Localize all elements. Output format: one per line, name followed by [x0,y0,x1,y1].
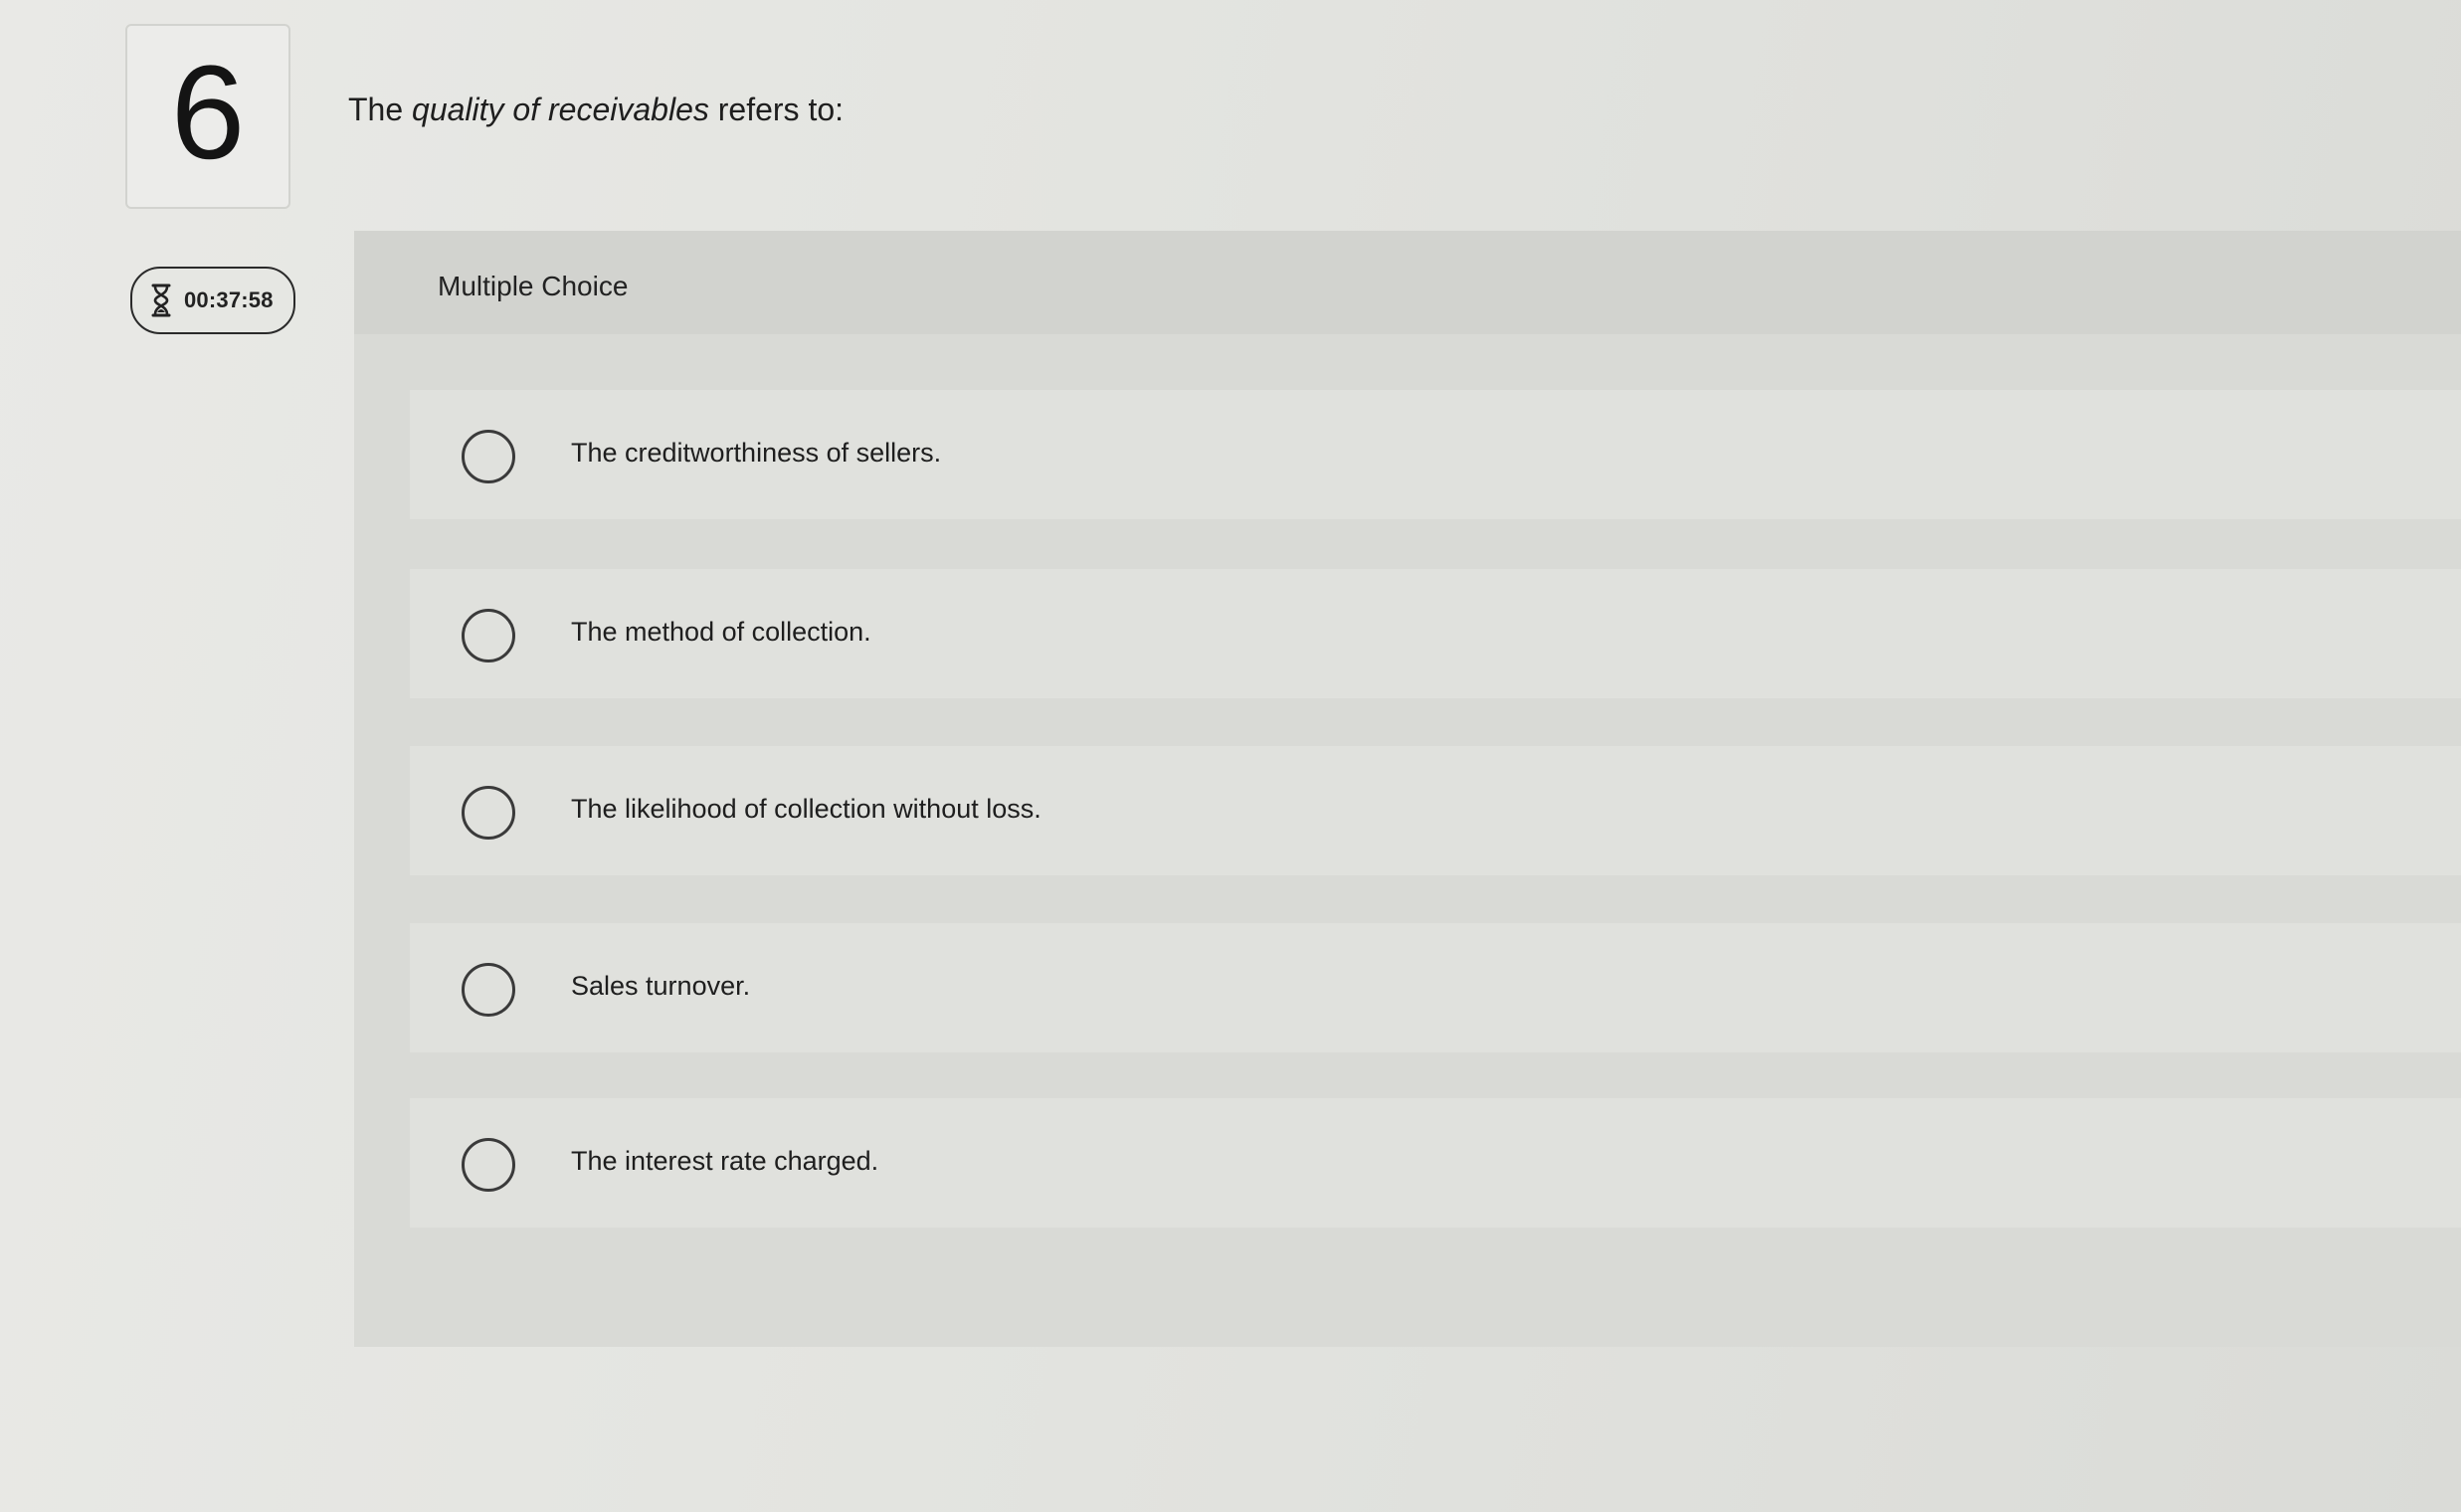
radio-button[interactable] [462,609,515,662]
multiple-choice-panel: Multiple Choice The creditworthiness of … [354,231,2461,1347]
answer-option-label: The likelihood of collection without los… [571,794,1041,824]
radio-button[interactable] [462,786,515,840]
question-text-after: refers to: [708,92,845,127]
answer-option-label: The creditworthiness of sellers. [571,438,942,468]
answer-option-1[interactable]: The creditworthiness of sellers. [410,390,2461,519]
multiple-choice-header: Multiple Choice [354,231,2461,334]
multiple-choice-label: Multiple Choice [438,271,629,301]
hourglass-icon [150,284,172,317]
answer-option-3[interactable]: The likelihood of collection without los… [410,746,2461,875]
question-prompt: The quality of receivables refers to: [348,92,844,128]
question-text-before: The [348,92,413,127]
radio-button[interactable] [462,1138,515,1192]
answer-option-4[interactable]: Sales turnover. [410,923,2461,1052]
question-number-box: 6 [125,24,290,209]
answer-option-5[interactable]: The interest rate charged. [410,1098,2461,1228]
answer-option-label: The interest rate charged. [571,1146,879,1176]
radio-button[interactable] [462,430,515,483]
answer-option-label: The method of collection. [571,617,871,647]
radio-button[interactable] [462,963,515,1017]
timer-value: 00:37:58 [184,287,274,312]
question-text-emphasis: quality of receivables [412,92,709,127]
question-page: 6 The quality of receivables refers to: … [0,0,2461,1512]
answer-option-label: Sales turnover. [571,971,751,1001]
answer-option-2[interactable]: The method of collection. [410,569,2461,698]
timer-badge[interactable]: 00:37:58 [130,267,295,334]
question-number: 6 [170,39,246,187]
